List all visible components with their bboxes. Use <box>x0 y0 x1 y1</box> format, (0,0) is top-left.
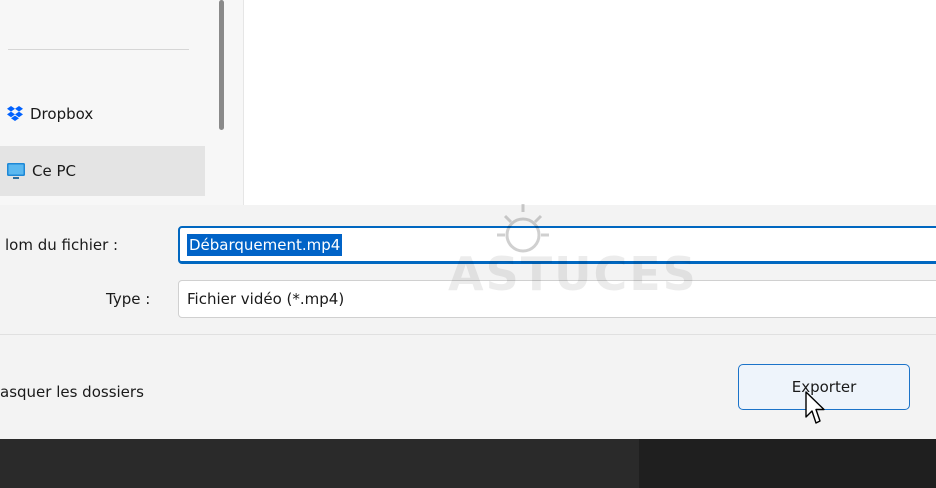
type-label: Type : <box>106 290 151 308</box>
nav-item-label: Ce PC <box>32 162 76 180</box>
hide-folders-toggle[interactable]: asquer les dossiers <box>0 383 144 401</box>
navigation-pane: Dropbox Ce PC <box>0 0 207 205</box>
nav-item-label: Dropbox <box>30 105 94 123</box>
dropbox-icon <box>6 105 24 123</box>
mouse-pointer-icon <box>804 390 826 434</box>
nav-item-this-pc[interactable]: Ce PC <box>0 146 205 196</box>
file-form: lom du fichier : Débarquement.mp4 Type :… <box>0 205 936 334</box>
dialog-footer: asquer les dossiers Exporter <box>0 334 936 439</box>
file-type-value: Fichier vidéo (*.mp4) <box>187 290 345 308</box>
nav-divider <box>8 49 189 50</box>
file-type-select[interactable]: Fichier vidéo (*.mp4) <box>178 280 936 318</box>
computer-icon <box>6 161 26 181</box>
filename-value: Débarquement.mp4 <box>187 233 343 256</box>
filename-input[interactable]: Débarquement.mp4 <box>178 226 936 264</box>
dialog-upper-pane: Dropbox Ce PC <box>0 0 936 205</box>
save-dialog: Dropbox Ce PC lom du fichier : Débarquem… <box>0 0 936 488</box>
nav-scrollbar-thumb[interactable] <box>219 0 224 130</box>
filename-label: lom du fichier : <box>5 236 119 254</box>
nav-scrollbar[interactable] <box>207 0 243 205</box>
nav-item-dropbox[interactable]: Dropbox <box>0 89 205 139</box>
file-list-area[interactable] <box>243 0 936 205</box>
taskbar-segment <box>639 439 936 488</box>
taskbar <box>0 439 936 488</box>
